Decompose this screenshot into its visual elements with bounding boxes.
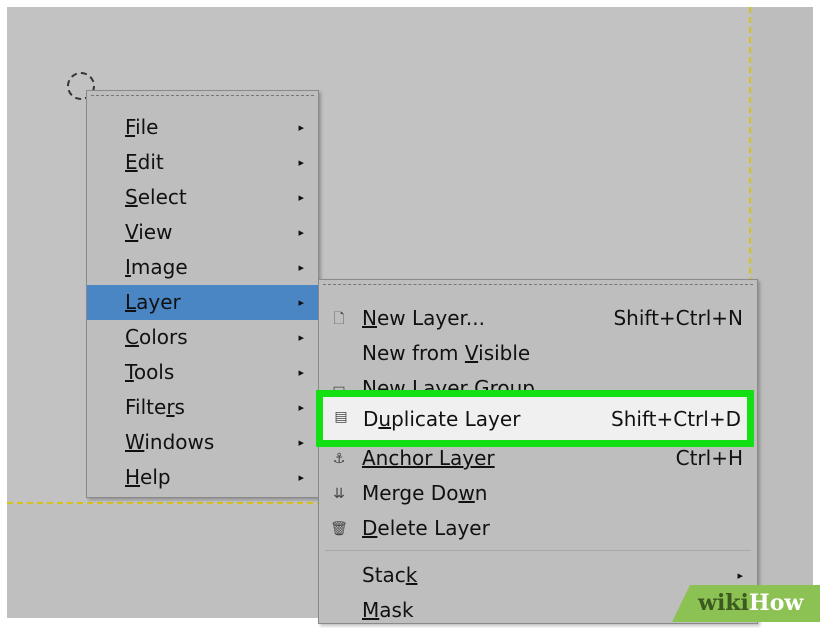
wikihow-watermark-logo: wikiHow [672,585,820,622]
submenu-arrow-icon: ▸ [298,296,304,309]
menu-tearoff[interactable] [323,284,753,285]
menu-item-new-layer[interactable]: 🗋 New Layer... Shift+Ctrl+N [319,301,757,336]
canvas-padding-right [751,7,813,618]
submenu-arrow-icon: ▸ [298,261,304,274]
menu-item-filters[interactable]: Filters ▸ [87,390,318,425]
menu-item-label: Edit [125,150,164,174]
submenu-arrow-icon: ▸ [298,226,304,239]
submenu-arrow-icon: ▸ [298,156,304,169]
menu-item-label: Help [125,465,171,489]
menu-item-merge-down[interactable]: ⇊ Merge Down [319,476,757,511]
shortcut-label: Shift+Ctrl+N [613,306,743,330]
menu-item-label: Layer [125,290,181,314]
menu-item-label: Image [125,255,188,279]
submenu-arrow-icon: ▸ [298,401,304,414]
layer-submenu: 🗋 New Layer... Shift+Ctrl+N New from Vis… [318,279,758,624]
menu-item-label: Colors [125,325,188,349]
menu-item-layer[interactable]: Layer ▸ [87,285,318,320]
menu-item-view[interactable]: View ▸ [87,215,318,250]
menu-item-label: Select [125,185,187,209]
new-layer-icon: 🗋 [333,311,345,327]
menu-item-label: Mask [362,598,414,622]
menu-item-label: Filters [125,395,185,419]
menu-item-colors[interactable]: Colors ▸ [87,320,318,355]
menu-item-tools[interactable]: Tools ▸ [87,355,318,390]
menu-item-file[interactable]: File ▸ [87,110,318,145]
duplicate-layer-icon: ▤ [334,409,348,425]
delete-layer-icon: 🗑 [330,521,348,537]
submenu-arrow-icon: ▸ [298,191,304,204]
menu-item-new-from-visible[interactable]: New from Visible [319,336,757,371]
menu-item-label: File [125,115,159,139]
menu-separator [325,550,751,551]
submenu-arrow-icon: ▸ [298,471,304,484]
image-context-menu: File ▸ Edit ▸ Select ▸ View ▸ Image ▸ La… [86,90,319,498]
menu-item-select[interactable]: Select ▸ [87,180,318,215]
menu-item-label: View [125,220,173,244]
menu-item-help[interactable]: Help ▸ [87,460,318,495]
menu-item-duplicate-layer[interactable]: ▤ Duplicate Layer Shift+Ctrl+D [316,390,754,447]
submenu-arrow-icon: ▸ [298,436,304,449]
submenu-arrow-icon: ▸ [298,331,304,344]
menu-item-image[interactable]: Image ▸ [87,250,318,285]
shortcut-label: Shift+Ctrl+D [611,407,741,431]
menu-item-windows[interactable]: Windows ▸ [87,425,318,460]
menu-item-delete-layer[interactable]: 🗑 Delete Layer [319,511,757,546]
submenu-arrow-icon: ▸ [298,121,304,134]
menu-item-label: Merge Down [362,481,488,505]
submenu-arrow-icon: ▸ [298,366,304,379]
menu-item-label: Duplicate Layer [363,407,521,431]
menu-item-label: Stack [362,563,418,587]
merge-down-icon: ⇊ [333,486,345,502]
menu-item-label: New Layer... [362,306,485,330]
menu-item-label: Windows [125,430,215,454]
menu-item-label: Delete Layer [362,516,490,540]
menu-tearoff[interactable] [91,95,314,96]
menu-item-edit[interactable]: Edit ▸ [87,145,318,180]
anchor-icon: ⚓ [332,451,346,467]
menu-item-label: New from Visible [362,341,531,365]
menu-item-label: Tools [125,360,175,384]
